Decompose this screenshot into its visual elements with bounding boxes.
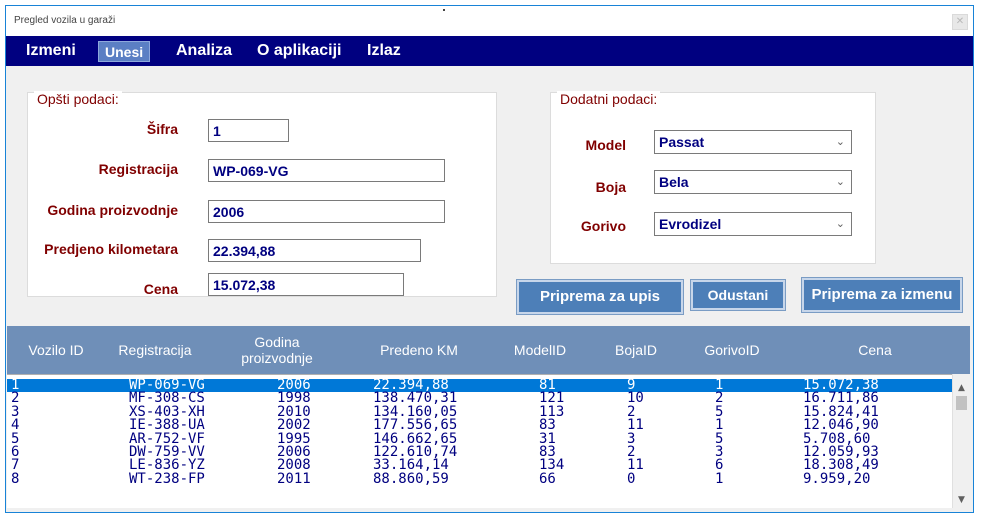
menu-izlaz[interactable]: Izlaz [367, 36, 401, 66]
gorivo-select[interactable]: Evrodizel ⌄ [654, 212, 852, 236]
grid-header: Vozilo ID Registracija Godina proizvodnj… [7, 326, 970, 374]
menu-bar: Izmeni Unesi Analiza O aplikaciji Izlaz [6, 36, 973, 66]
boja-label: Boja [595, 179, 626, 195]
km-input[interactable]: 22.394,88 [208, 239, 421, 262]
main-window: Pregled vozila u garaži ✕ Izmeni Unesi A… [5, 5, 974, 513]
registracija-input[interactable]: WP-069-VG [208, 159, 445, 182]
menu-izmeni[interactable]: Izmeni [26, 36, 76, 66]
col-header-vozilo-id[interactable]: Vozilo ID [15, 326, 97, 374]
priprema-za-izmenu-button[interactable]: Priprema za izmenu [801, 277, 963, 313]
cena-input[interactable]: 15.072,38 [208, 273, 404, 296]
extra-data-legend: Dodatni podaci: [557, 91, 661, 107]
scroll-thumb[interactable] [956, 396, 967, 410]
odustani-button[interactable]: Odustani [690, 279, 786, 311]
chevron-down-icon: ⌄ [835, 176, 845, 188]
boja-select-value: Bela [659, 174, 689, 190]
godina-input[interactable]: 2006 [208, 200, 445, 223]
table-cell: 2011 [277, 470, 311, 487]
table-cell: 66 [539, 470, 556, 487]
close-button[interactable]: ✕ [952, 14, 968, 30]
title-bar: Pregled vozila u garaži ✕ [6, 6, 973, 36]
col-header-godina[interactable]: Godina proizvodnje [229, 326, 325, 374]
table-cell: 88.860,59 [373, 470, 449, 487]
table-row[interactable]: 8 WT-238-FP 2011 88.860,59 66 0 1 9.959,20 [7, 470, 952, 487]
col-header-boja-id[interactable]: BojaID [601, 326, 671, 374]
table-cell: 1 [715, 470, 724, 487]
boja-select[interactable]: Bela ⌄ [654, 170, 852, 194]
general-data-legend: Opšti podaci: [34, 91, 122, 107]
gorivo-select-value: Evrodizel [659, 216, 722, 232]
cena-label: Cena [143, 281, 178, 297]
godina-label: Godina proizvodnje [47, 202, 178, 218]
model-select-value: Passat [659, 134, 705, 150]
km-label: Predjeno kilometara [44, 241, 178, 257]
chevron-down-icon: ⌄ [835, 218, 845, 230]
table-cell: WT-238-FP [129, 470, 205, 487]
col-header-predeno-km[interactable]: Predeno KM [367, 326, 471, 374]
vertical-scrollbar[interactable]: ▲ ▼ [952, 374, 970, 508]
priprema-za-upis-button[interactable]: Priprema za upis [516, 279, 684, 315]
table-cell: 9.959,20 [803, 470, 871, 487]
table-cell: 8 [11, 470, 20, 487]
vehicle-grid: Vozilo ID Registracija Godina proizvodnj… [7, 326, 970, 508]
col-header-model-id[interactable]: ModelID [501, 326, 579, 374]
extra-data-group: Dodatni podaci: Model Passat ⌄ Boja Bela… [550, 91, 876, 264]
model-select[interactable]: Passat ⌄ [654, 130, 852, 154]
sifra-label: Šifra [146, 121, 178, 137]
scroll-down-icon[interactable]: ▼ [953, 492, 970, 508]
window-title: Pregled vozila u garaži [14, 15, 116, 26]
general-data-group: Opšti podaci: Šifra 1 Registracija WP-06… [27, 91, 497, 297]
table-cell: 0 [627, 470, 636, 487]
model-label: Model [585, 137, 626, 153]
menu-analiza[interactable]: Analiza [176, 36, 232, 66]
menu-o-aplikaciji[interactable]: O aplikaciji [257, 36, 341, 66]
registracija-label: Registracija [98, 161, 178, 177]
col-header-cena[interactable]: Cena [825, 326, 925, 374]
title-dot [443, 9, 445, 11]
col-header-registracija[interactable]: Registracija [105, 326, 205, 374]
scroll-up-icon[interactable]: ▲ [953, 380, 970, 396]
sifra-input[interactable]: 1 [208, 119, 289, 142]
col-header-gorivo-id[interactable]: GorivoID [691, 326, 773, 374]
gorivo-label: Gorivo [580, 218, 626, 234]
chevron-down-icon: ⌄ [835, 136, 845, 148]
vehicle-list[interactable]: 1 WP-069-VG 2006 22.394,88 81 9 1 15.072,38 2 MF-… [7, 374, 952, 508]
menu-unesi[interactable]: Unesi [98, 41, 151, 62]
